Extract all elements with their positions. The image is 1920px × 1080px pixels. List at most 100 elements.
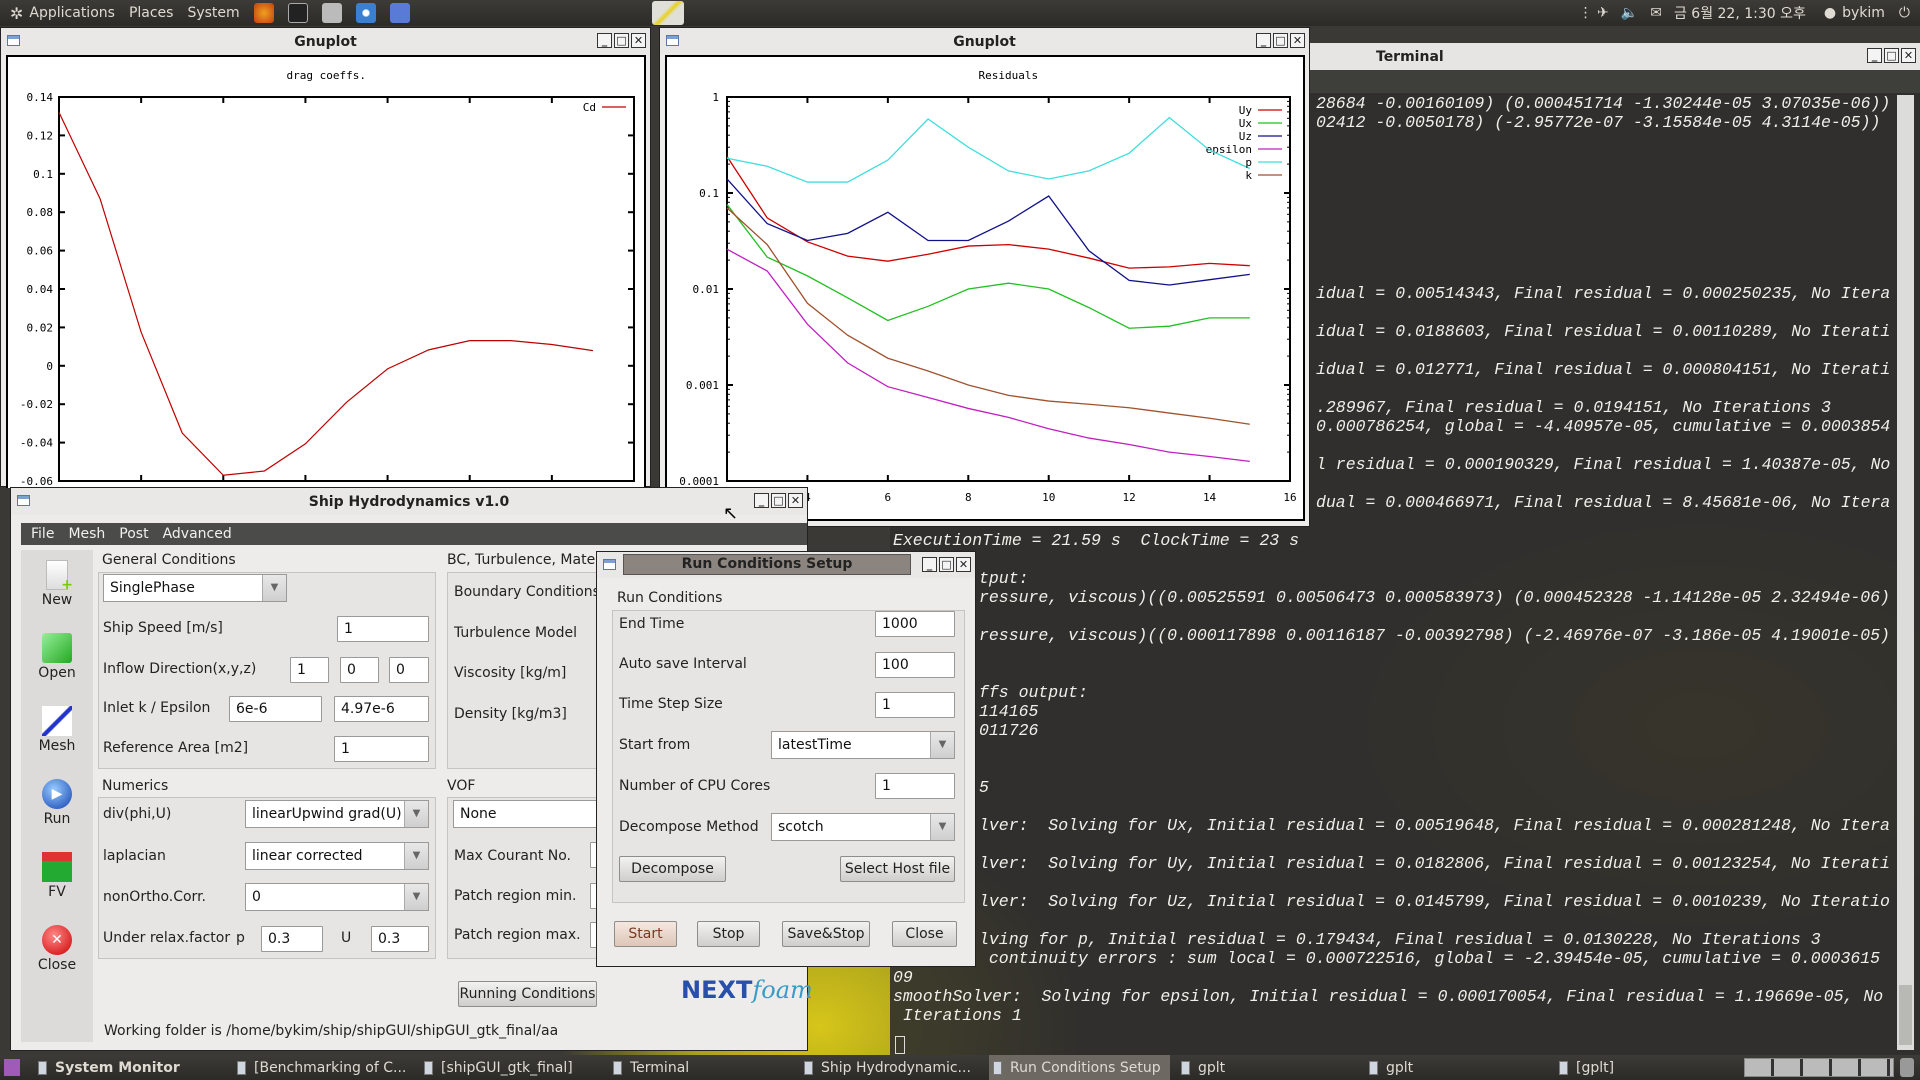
workspace-switcher[interactable]: [1744, 1058, 1894, 1077]
taskbar-item[interactable]: Terminal: [609, 1055, 789, 1080]
show-desktop-icon[interactable]: [4, 1059, 20, 1076]
reference-area-input[interactable]: 1: [334, 736, 429, 762]
decompose-method-select[interactable]: scotch ▼: [771, 813, 955, 841]
maximize-icon[interactable]: □: [614, 33, 629, 48]
decompose-button[interactable]: Decompose: [619, 856, 726, 882]
stop-button[interactable]: Stop: [697, 921, 760, 947]
titlebar[interactable]: Ship Hydrodynamics v1.0 _ □ ✕: [11, 488, 807, 515]
user-name[interactable]: bykim: [1842, 5, 1885, 21]
taskbar-item[interactable]: [gplt]: [1555, 1055, 1735, 1080]
firefox-icon[interactable]: [253, 3, 274, 23]
titlebar[interactable]: Gnuplot _ □ ✕: [1, 28, 650, 55]
fv-button[interactable]: FV: [27, 852, 87, 900]
maximize-icon[interactable]: □: [1884, 48, 1899, 63]
menu-system[interactable]: System: [187, 5, 239, 21]
menu-mesh[interactable]: Mesh: [68, 526, 105, 542]
window-menu-icon[interactable]: [7, 35, 20, 46]
screenshot-icon[interactable]: [321, 3, 342, 23]
terminal-titlebar[interactable]: Terminal _ □ ✕: [1310, 43, 1920, 70]
taskbar-item[interactable]: gplt: [1177, 1055, 1357, 1080]
network-icon[interactable]: ⋮ ✈: [1579, 5, 1609, 21]
close-app-button[interactable]: ✕ Close: [27, 925, 87, 973]
plot-frame: [58, 96, 635, 482]
relax-p-input[interactable]: 0.3: [261, 926, 323, 952]
taskbar-item[interactable]: Ship Hydrodynamic...: [800, 1055, 980, 1080]
chromium-icon[interactable]: [355, 3, 376, 23]
mesh-button[interactable]: Mesh: [27, 706, 87, 754]
inlet-k-input[interactable]: 6e-6: [229, 696, 322, 722]
gnuplot-residuals-window[interactable]: Gnuplot _ □ ✕ Residuals 1 0.1 0.01 0.001 0.0001…: [659, 27, 1310, 527]
menu-advanced[interactable]: Advanced: [163, 526, 232, 542]
taskbar-item[interactable]: [Benchmarking of C...: [233, 1055, 413, 1080]
terminal-launcher-icon[interactable]: [287, 3, 308, 23]
autosave-input[interactable]: 100: [875, 652, 955, 678]
vof-select[interactable]: None: [453, 800, 613, 828]
inlet-epsilon-input[interactable]: 4.97e-6: [334, 696, 429, 722]
relax-u-input[interactable]: 0.3: [371, 926, 429, 952]
text-editor-icon[interactable]: [389, 3, 410, 23]
start-button[interactable]: Start: [614, 921, 677, 947]
taskbar-item[interactable]: gplt: [1365, 1055, 1545, 1080]
folder-open-icon: [42, 633, 72, 663]
minimize-icon[interactable]: _: [1867, 48, 1882, 63]
inflow-x-input[interactable]: 1: [290, 657, 329, 683]
taskbar-item[interactable]: System Monitor: [34, 1055, 224, 1080]
close-icon[interactable]: ✕: [788, 493, 803, 508]
close-icon[interactable]: ✕: [631, 33, 646, 48]
close-button[interactable]: Close: [892, 921, 957, 947]
maximize-icon[interactable]: □: [939, 557, 954, 572]
menu-post[interactable]: Post: [119, 526, 148, 542]
new-button[interactable]: + New: [27, 560, 87, 608]
menu-places[interactable]: Places: [129, 5, 174, 21]
window-menu-icon[interactable]: [17, 495, 30, 506]
nonortho-select[interactable]: 0 ▼: [245, 883, 429, 911]
close-icon[interactable]: ✕: [956, 557, 971, 572]
close-icon[interactable]: ✕: [1290, 33, 1305, 48]
laplacian-select[interactable]: linear corrected ▼: [245, 842, 429, 870]
select-host-file-button[interactable]: Select Host file: [840, 856, 955, 882]
menu-applications[interactable]: Applications: [29, 5, 115, 21]
run-conditions-dialog[interactable]: Run Conditions Setup _ □ ✕ Run Conditions …: [596, 551, 976, 967]
titlebar[interactable]: Run Conditions Setup _ □ ✕: [597, 552, 975, 578]
terminal-line: l residual = 0.000190329, Final residual…: [1316, 455, 1891, 474]
autosave-label: Auto save Interval: [619, 656, 747, 672]
trash-icon[interactable]: [1900, 1058, 1914, 1077]
taskbar-item-label: [shipGUI_gtk_final]: [441, 1059, 573, 1076]
close-icon[interactable]: ✕: [1901, 48, 1916, 63]
inflow-z-input[interactable]: 0: [389, 657, 429, 683]
window-menu-icon[interactable]: [603, 559, 616, 570]
time-step-label: Time Step Size: [619, 696, 723, 712]
maximize-icon[interactable]: □: [771, 493, 786, 508]
gnuplot-drag-window[interactable]: Gnuplot _ □ ✕ drag coeffs. 0.14 0.12 0.1 0.08 0…: [0, 27, 651, 488]
terminal-scrollbar[interactable]: [1897, 95, 1914, 1050]
menu-file[interactable]: File: [31, 526, 54, 542]
cpu-cores-input[interactable]: 1: [875, 773, 955, 799]
phase-select[interactable]: SinglePhase ▼: [103, 574, 287, 602]
ship-speed-input[interactable]: 1: [337, 616, 429, 642]
time-step-input[interactable]: 1: [875, 692, 955, 718]
titlebar[interactable]: Gnuplot _ □ ✕: [660, 28, 1309, 55]
minimize-icon[interactable]: _: [754, 493, 769, 508]
maximize-icon[interactable]: □: [1273, 33, 1288, 48]
notes-icon[interactable]: [651, 1, 684, 25]
mail-icon[interactable]: ✉: [1650, 5, 1662, 21]
taskbar-item[interactable]: [shipGUI_gtk_final]: [420, 1055, 600, 1080]
power-icon[interactable]: ⏻: [1899, 5, 1910, 21]
minimize-icon[interactable]: _: [1256, 33, 1271, 48]
open-button[interactable]: Open: [27, 633, 87, 681]
inflow-y-input[interactable]: 0: [340, 657, 379, 683]
taskbar-item[interactable]: Run Conditions Setup: [989, 1055, 1170, 1080]
div-select[interactable]: linearUpwind grad(U) ▼: [245, 800, 429, 828]
start-from-select[interactable]: latestTime ▼: [771, 731, 955, 759]
clock[interactable]: 금 6월 22, 1:30 오후: [1674, 3, 1806, 23]
select-value: None: [460, 806, 497, 822]
end-time-input[interactable]: 1000: [875, 611, 955, 637]
window-menu-icon[interactable]: [666, 35, 679, 46]
minimize-icon[interactable]: _: [597, 33, 612, 48]
running-conditions-button[interactable]: Running Conditions: [458, 981, 597, 1007]
minimize-icon[interactable]: _: [922, 557, 937, 572]
volume-icon[interactable]: 🔈: [1621, 5, 1638, 21]
run-button[interactable]: ▶ Run: [27, 779, 87, 827]
terminal-line: idual = 0.012771, Final residual = 0.000…: [1316, 360, 1891, 379]
save-and-stop-button[interactable]: Save&Stop: [782, 921, 870, 947]
